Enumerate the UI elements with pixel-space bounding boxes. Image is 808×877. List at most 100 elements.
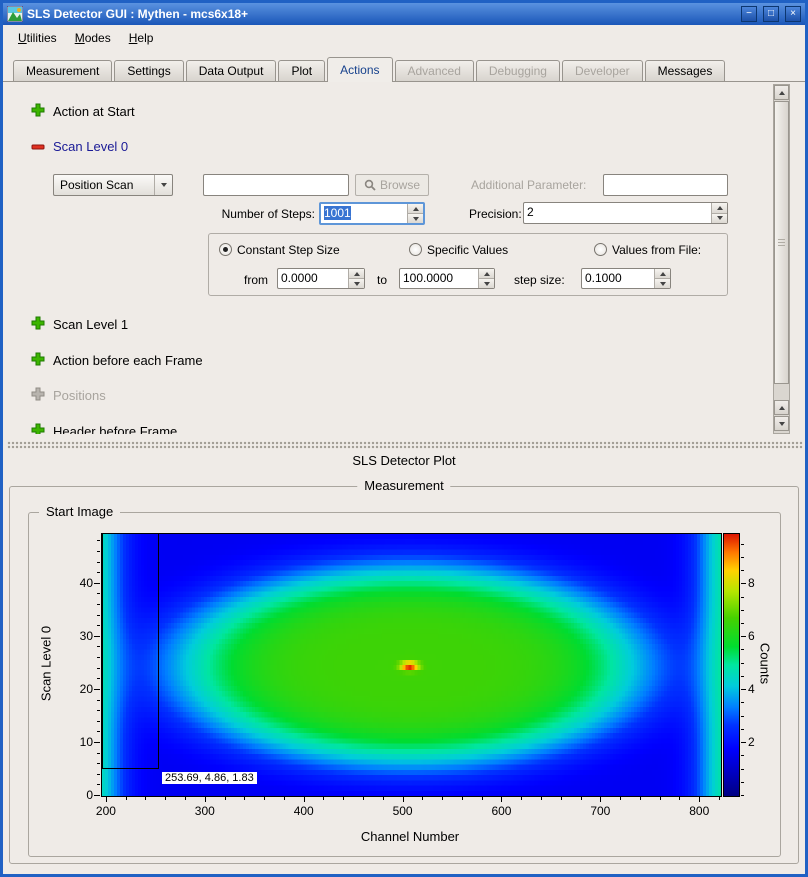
vertical-scrollbar[interactable] [773,84,790,434]
step-size-value: 0.1000 [582,269,654,288]
tick-label-y: 20 [55,682,93,696]
tick-minor [244,797,245,800]
tab-measurement[interactable]: Measurement [13,60,112,81]
tick-major [600,797,601,802]
additional-parameter-input[interactable] [603,174,728,196]
to-value: 100.0000 [400,269,478,288]
tick-major [741,742,746,743]
spin-down-icon[interactable] [349,278,364,288]
scroll-up-icon[interactable] [774,85,789,100]
specific-values-radio[interactable] [409,243,422,256]
tick-minor [126,797,127,800]
tick-minor [97,646,100,647]
tick-minor [323,797,324,800]
tick-major [699,797,700,802]
scan-mode-select[interactable]: Position Scan [53,174,173,196]
tab-advanced: Advanced [395,60,474,81]
spin-down-icon[interactable] [655,278,670,288]
from-spinbox[interactable]: 0.0000 [277,268,365,289]
tab-messages[interactable]: Messages [645,60,726,81]
tick-minor [97,593,100,594]
precision-spinbox[interactable]: 2 [523,202,728,224]
close-icon[interactable]: × [785,6,801,22]
spin-up-icon[interactable] [408,204,423,213]
tick-minor [185,797,186,800]
spin-up-icon[interactable] [349,269,364,278]
splitter-handle[interactable] [7,441,803,449]
spin-down-icon[interactable] [712,213,727,224]
tick-minor [363,797,364,800]
tick-minor [97,657,100,658]
scroll-up-icon[interactable] [774,400,789,415]
tick-minor [97,572,100,573]
expand-plus-icon[interactable] [31,103,45,117]
tick-minor [741,716,744,717]
maximize-icon[interactable]: □ [763,6,779,22]
tick-minor [741,610,744,611]
expand-plus-icon[interactable] [31,352,45,366]
heatmap-canvas[interactable] [102,534,721,796]
tick-label-y: 30 [55,629,93,643]
browse-button-label: Browse [380,178,420,192]
action-before-each-frame-label: Action before each Frame [53,353,203,368]
spin-up-icon[interactable] [712,203,727,213]
menu-modes[interactable]: Modes [66,28,120,48]
tick-label-cb: 4 [748,682,770,696]
tab-data-output[interactable]: Data Output [186,60,277,81]
step-size-spinbox[interactable]: 0.1000 [581,268,671,289]
menu-bar: Utilities Modes Help [3,25,805,51]
y-axis-title: Scan Level 0 [39,599,54,729]
tick-major [741,689,746,690]
number-of-steps-spinbox[interactable]: 1001 [319,202,425,225]
minimize-icon[interactable]: − [741,6,757,22]
tick-label-cb: 6 [748,629,770,643]
tick-minor [741,795,744,796]
scrollbar-thumb[interactable] [774,101,789,384]
tick-minor [343,797,344,800]
tick-label-y: 10 [55,735,93,749]
scroll-down-icon[interactable] [774,416,789,431]
from-value: 0.0000 [278,269,348,288]
scan-level-0-label: Scan Level 0 [53,139,128,154]
constant-step-size-radio[interactable] [219,243,232,256]
tick-minor [482,797,483,800]
collapse-minus-icon[interactable] [31,140,45,154]
to-spinbox[interactable]: 100.0000 [399,268,495,289]
title-bar[interactable]: SLS Detector GUI : Mythen - mcs6x18+ − □… [3,3,805,25]
app-icon[interactable] [7,6,23,22]
browse-button: Browse [355,174,429,196]
spin-down-icon[interactable] [408,213,423,223]
menu-help[interactable]: Help [120,28,163,48]
cursor-readout: 253.69, 4.86, 1.83 [162,772,257,784]
values-from-file-label: Values from File: [612,243,701,257]
tick-label-x: 300 [185,804,225,818]
spin-up-icon[interactable] [655,269,670,278]
start-image-group: Start Image Scan Level 0 Counts Channel … [28,512,781,857]
tab-plot[interactable]: Plot [278,60,325,81]
values-from-file-radio[interactable] [594,243,607,256]
measurement-group-title: Measurement [357,478,450,493]
expand-plus-icon-disabled [31,387,45,401]
step-size-label: step size: [514,273,565,287]
heatmap-plot[interactable] [101,533,722,797]
menu-utilities[interactable]: Utilities [9,28,66,48]
tick-major [94,742,100,743]
scan-script-input[interactable] [203,174,349,196]
spin-down-icon[interactable] [479,278,494,288]
tick-major [205,797,206,802]
spin-up-icon[interactable] [479,269,494,278]
tick-minor [422,797,423,800]
tick-minor [541,797,542,800]
tab-actions[interactable]: Actions [327,57,392,82]
specific-values-label: Specific Values [427,243,508,257]
tab-settings[interactable]: Settings [114,60,183,81]
precision-value: 2 [524,203,711,223]
tick-minor [97,604,100,605]
chevron-down-icon[interactable] [154,175,172,195]
tick-minor [97,784,100,785]
tick-minor [97,615,100,616]
expand-plus-icon[interactable] [31,423,45,434]
tick-minor [521,797,522,800]
tick-major [94,583,100,584]
expand-plus-icon[interactable] [31,316,45,330]
